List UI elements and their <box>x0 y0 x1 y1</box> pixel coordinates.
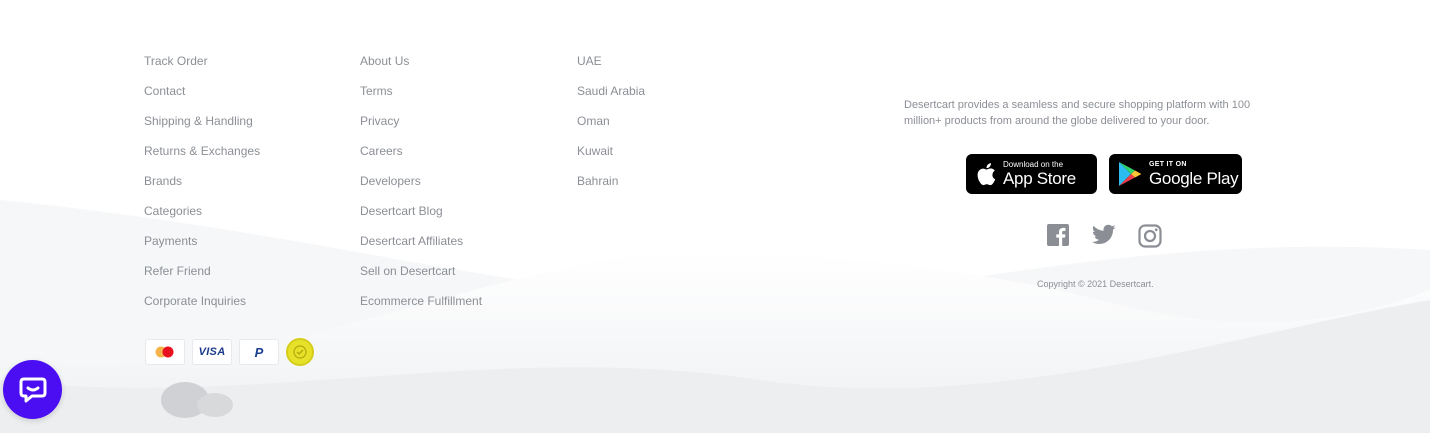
mastercard-icon <box>145 339 185 365</box>
footer-link-categories[interactable]: Categories <box>144 204 260 234</box>
footer-link-brands[interactable]: Brands <box>144 174 260 204</box>
footer-link-bahrain[interactable]: Bahrain <box>577 174 645 204</box>
footer-link-payments[interactable]: Payments <box>144 234 260 264</box>
footer-link-ecommerce-fulfillment[interactable]: Ecommerce Fulfillment <box>360 294 482 324</box>
footer-link-privacy[interactable]: Privacy <box>360 114 482 144</box>
footer-column-countries: UAE Saudi Arabia Oman Kuwait Bahrain <box>577 54 645 204</box>
footer-link-affiliates[interactable]: Desertcart Affiliates <box>360 234 482 264</box>
footer-link-oman[interactable]: Oman <box>577 114 645 144</box>
footer-link-refer-friend[interactable]: Refer Friend <box>144 264 260 294</box>
app-store-text: Download on the App Store <box>1003 160 1076 188</box>
footer-link-corporate-inquiries[interactable]: Corporate Inquiries <box>144 294 260 324</box>
facebook-icon[interactable] <box>1047 224 1069 246</box>
footer-link-contact[interactable]: Contact <box>144 84 260 114</box>
copyright-text: Copyright © 2021 Desertcart. <box>1037 279 1154 289</box>
footer-column-help: Track Order Contact Shipping & Handling … <box>144 54 260 324</box>
chat-widget-button[interactable] <box>3 360 62 419</box>
app-store-small-label: Download on the <box>1003 160 1064 169</box>
footer-link-track-order[interactable]: Track Order <box>144 54 260 84</box>
store-description: Desertcart provides a seamless and secur… <box>904 99 1251 127</box>
footer-link-terms[interactable]: Terms <box>360 84 482 114</box>
footer-column-company: About Us Terms Privacy Careers Developer… <box>360 54 482 324</box>
app-store-big-label: App Store <box>1003 169 1076 188</box>
footer-link-returns-exchanges[interactable]: Returns & Exchanges <box>144 144 260 174</box>
google-play-small-label: GET IT ON <box>1149 161 1187 168</box>
footer-link-blog[interactable]: Desertcart Blog <box>360 204 482 234</box>
apple-icon <box>977 163 996 186</box>
footer-link-uae[interactable]: UAE <box>577 54 645 84</box>
footer-link-careers[interactable]: Careers <box>360 144 482 174</box>
footer-link-sell[interactable]: Sell on Desertcart <box>360 264 482 294</box>
visa-label: VISA <box>198 346 226 358</box>
google-play-text: GET IT ON Google Play <box>1149 160 1239 188</box>
paypal-label: P <box>254 344 264 360</box>
google-play-icon <box>1119 162 1141 186</box>
google-play-big-label: Google Play <box>1149 169 1239 188</box>
app-store-button[interactable]: Download on the App Store <box>966 154 1097 194</box>
paypal-icon: P <box>239 339 279 365</box>
visa-icon: VISA <box>192 339 232 365</box>
chat-bubble-icon <box>19 377 46 402</box>
footer-link-about-us[interactable]: About Us <box>360 54 482 84</box>
footer-link-saudi-arabia[interactable]: Saudi Arabia <box>577 84 645 114</box>
payment-methods: VISA P <box>145 338 314 366</box>
instagram-icon[interactable] <box>1138 224 1162 248</box>
footer-link-shipping-handling[interactable]: Shipping & Handling <box>144 114 260 144</box>
footer-link-developers[interactable]: Developers <box>360 174 482 204</box>
trust-seal-icon <box>286 338 314 366</box>
footer-link-kuwait[interactable]: Kuwait <box>577 144 645 174</box>
twitter-icon[interactable] <box>1092 224 1116 246</box>
google-play-button[interactable]: GET IT ON Google Play <box>1109 154 1242 194</box>
